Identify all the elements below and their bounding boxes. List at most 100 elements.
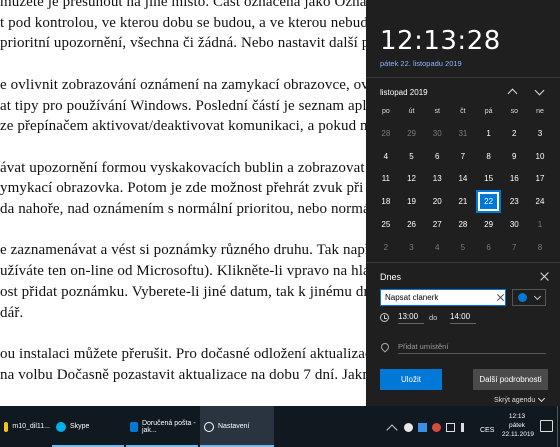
color-swatch xyxy=(518,293,527,302)
weekday-label: pá xyxy=(484,108,493,115)
calendar-day[interactable]: 13 xyxy=(424,168,450,191)
time-separator: do xyxy=(429,313,438,322)
agenda-day-label: Dnes xyxy=(380,272,402,282)
calendar-day[interactable]: 26 xyxy=(399,213,425,236)
location-icon xyxy=(379,341,391,353)
taskbar: m10_dil11... Skype Doručená pošta - jak.… xyxy=(0,406,560,447)
start-time-field[interactable]: 13:00 xyxy=(398,312,424,324)
previous-month-button[interactable] xyxy=(503,84,521,100)
hide-agenda-toggle[interactable]: Skrýt agendu xyxy=(494,394,546,404)
close-event-icon[interactable] xyxy=(538,270,552,284)
divider xyxy=(366,77,560,78)
taskbar-clock-time: 12:13 xyxy=(508,413,526,420)
event-color-picker[interactable] xyxy=(512,289,546,306)
calendar-day[interactable]: 28 xyxy=(450,213,476,236)
calendar-day[interactable]: 4 xyxy=(424,236,450,259)
calendar-day[interactable]: 24 xyxy=(527,190,553,213)
save-button[interactable]: Uložit xyxy=(380,369,442,390)
weekday-label: so xyxy=(510,108,518,115)
clear-input-icon[interactable] xyxy=(496,293,505,302)
calendar-day[interactable]: 27 xyxy=(424,213,450,236)
date-link[interactable]: pátek 22. listopadu 2019 xyxy=(380,59,462,68)
calendar-day[interactable]: 7 xyxy=(450,145,476,168)
calendar-day[interactable]: 4 xyxy=(373,145,399,168)
divider xyxy=(366,262,560,263)
taskbar-clock-date: 22.11.2019 xyxy=(502,431,535,438)
calendar-day[interactable]: 12 xyxy=(399,168,425,191)
calendar-day[interactable]: 7 xyxy=(501,236,527,259)
taskbar-item-label: Skype xyxy=(70,423,90,430)
calendar-day[interactable]: 3 xyxy=(527,122,553,145)
calendar-day-today[interactable]: 22 xyxy=(475,190,502,214)
weekday-label: čt xyxy=(460,108,466,115)
folder-icon xyxy=(4,421,9,432)
calendar-day[interactable]: 2 xyxy=(501,122,527,145)
document-text-line: ávat upozornění formou vyskakovacích bub… xyxy=(0,159,428,176)
calendar-day[interactable]: 16 xyxy=(501,168,527,191)
calendar-day[interactable]: 31 xyxy=(450,122,476,145)
month-label[interactable]: listopad 2019 xyxy=(380,88,428,97)
calendar-day[interactable]: 19 xyxy=(399,190,425,213)
taskbar-item-label: Doručená pošta - jak... xyxy=(141,419,196,434)
calendar-day[interactable]: 15 xyxy=(476,168,502,191)
weekday-label: út xyxy=(408,108,415,115)
calendar-day[interactable]: 1 xyxy=(527,213,553,236)
weekday-label: st xyxy=(434,108,440,115)
language-indicator[interactable]: CES xyxy=(480,427,494,434)
taskbar-clock[interactable]: 12:13 pátek 22.11.2019 xyxy=(502,412,535,439)
calendar-day[interactable]: 2 xyxy=(373,236,399,259)
calendar-day[interactable]: 6 xyxy=(476,236,502,259)
calendar-day[interactable]: 5 xyxy=(399,145,425,168)
taskbar-item-settings[interactable]: Nastavení xyxy=(200,406,274,447)
weekday-header: po út st čt pá so ne xyxy=(373,108,553,115)
calendar-day[interactable]: 9 xyxy=(501,145,527,168)
calendar-day[interactable]: 25 xyxy=(373,213,399,236)
gear-icon xyxy=(204,421,214,432)
calendar-day[interactable]: 6 xyxy=(424,145,450,168)
location-input[interactable] xyxy=(398,340,546,354)
clock-icon xyxy=(380,313,389,322)
calendar-day[interactable]: 11 xyxy=(373,168,399,191)
calendar-day[interactable]: 21 xyxy=(450,190,476,213)
calendar-day[interactable]: 18 xyxy=(373,190,399,213)
calendar-day[interactable]: 23 xyxy=(501,190,527,213)
calendar-day[interactable]: 20 xyxy=(424,190,450,213)
taskbar-item-label: m10_dil11... xyxy=(12,423,50,430)
skype-icon xyxy=(56,421,66,432)
action-center-icon[interactable] xyxy=(540,420,553,432)
calendar-day[interactable]: 28 xyxy=(373,122,399,145)
chevron-down-icon xyxy=(534,85,544,96)
chevron-down-icon xyxy=(538,394,546,403)
chevron-up-icon xyxy=(507,88,517,99)
taskbar-item-folder[interactable]: m10_dil11... xyxy=(0,406,50,447)
calendar-day[interactable]: 29 xyxy=(476,213,502,236)
tray-app-icon[interactable] xyxy=(418,423,427,432)
calendar-day[interactable]: 8 xyxy=(476,145,502,168)
tray-app-icon[interactable] xyxy=(432,423,441,432)
taskbar-clock-day: pátek xyxy=(509,422,525,429)
calendar-day[interactable]: 14 xyxy=(450,168,476,191)
more-details-button[interactable]: Další podrobnosti xyxy=(473,369,548,390)
clock-calendar-flyout: 12:13:28 pátek 22. listopadu 2019 listop… xyxy=(366,0,560,406)
show-hidden-icons-chevron-icon[interactable] xyxy=(386,424,398,436)
calendar-day[interactable]: 29 xyxy=(399,122,425,145)
calendar-day[interactable]: 5 xyxy=(450,236,476,259)
calendar-day[interactable]: 30 xyxy=(424,122,450,145)
taskbar-item-skype[interactable]: Skype xyxy=(52,406,124,447)
weekday-label: ne xyxy=(536,108,544,115)
tray-app-icon[interactable] xyxy=(404,423,413,432)
calendar-day[interactable]: 10 xyxy=(527,145,553,168)
document-text-line: dář. xyxy=(0,304,24,321)
calendar-day[interactable]: 30 xyxy=(501,213,527,236)
taskbar-item-mail[interactable]: Doručená pošta - jak... xyxy=(126,406,198,447)
calendar-day[interactable]: 1 xyxy=(476,122,502,145)
end-time-field[interactable]: 14:00 xyxy=(450,312,476,324)
next-month-button[interactable] xyxy=(530,84,548,100)
hide-agenda-label: Skrýt agendu xyxy=(494,396,536,404)
event-title-input[interactable] xyxy=(380,289,506,306)
calendar-day[interactable]: 17 xyxy=(527,168,553,191)
network-icon[interactable] xyxy=(446,423,455,432)
calendar-day[interactable]: 8 xyxy=(527,236,553,259)
volume-icon[interactable] xyxy=(461,423,470,432)
calendar-day[interactable]: 3 xyxy=(399,236,425,259)
